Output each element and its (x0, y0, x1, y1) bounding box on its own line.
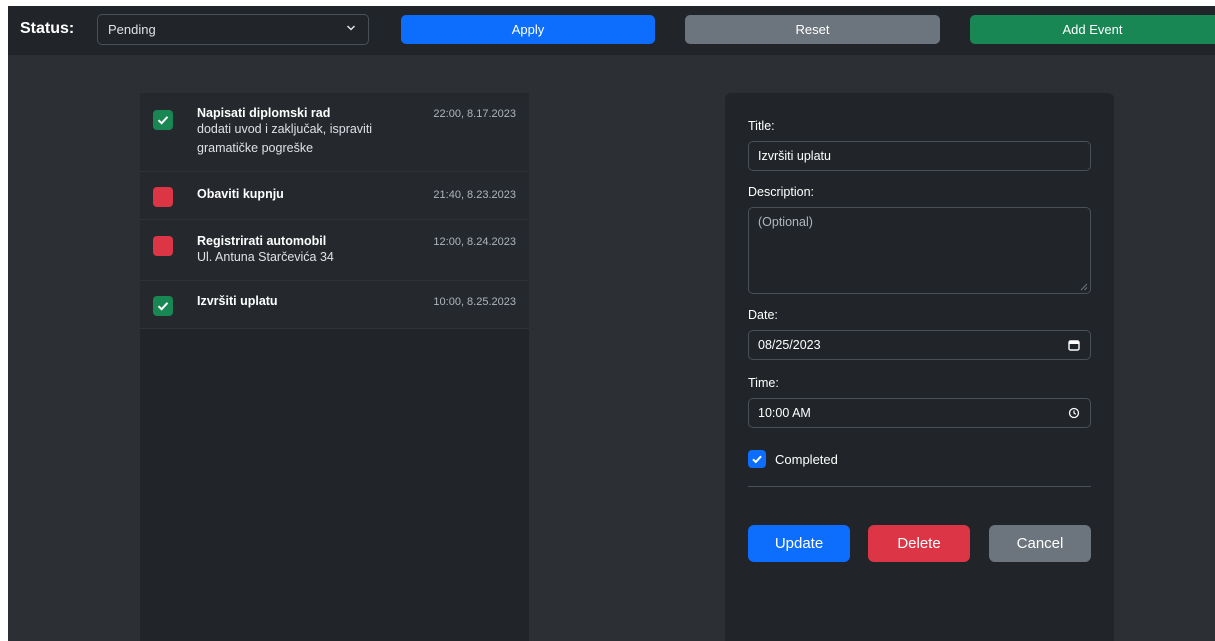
time-input-value: 10:00 AM (758, 406, 811, 420)
event-row[interactable]: Obaviti kupnju 21:40, 8.23.2023 (140, 172, 529, 220)
clock-icon[interactable] (1068, 407, 1080, 422)
completed-checkbox[interactable] (153, 110, 173, 130)
calendar-icon[interactable] (1068, 339, 1080, 354)
top-bar: Status: Pending Apply Reset Add Event (8, 6, 1215, 55)
date-input-value: 08/25/2023 (758, 338, 821, 352)
event-title: Izvršiti uplatu (197, 294, 278, 308)
description-textarea[interactable]: (Optional) (748, 207, 1091, 294)
event-title: Registrirati automobil (197, 234, 327, 248)
status-label: Status: (20, 20, 75, 37)
status-select[interactable]: Pending (97, 14, 369, 45)
event-form: Title: Izvršiti uplatu Description: (Opt… (725, 93, 1114, 641)
event-time: 22:00, 8.17.2023 (433, 108, 516, 120)
event-time: 21:40, 8.23.2023 (433, 189, 516, 201)
add-event-button[interactable]: Add Event (970, 15, 1215, 44)
check-icon (157, 116, 169, 125)
page-edge-left (0, 0, 8, 641)
completed-checkbox[interactable] (153, 187, 173, 207)
description-placeholder: (Optional) (758, 215, 813, 229)
form-divider (748, 486, 1091, 487)
apply-button[interactable]: Apply (401, 15, 655, 44)
reset-button[interactable]: Reset (685, 15, 940, 44)
event-time: 10:00, 8.25.2023 (433, 296, 516, 308)
cancel-button[interactable]: Cancel (989, 525, 1091, 562)
event-title: Obaviti kupnju (197, 187, 284, 201)
time-input[interactable]: 10:00 AM (748, 398, 1091, 428)
title-input-value: Izvršiti uplatu (758, 149, 831, 163)
date-label: Date: (748, 308, 778, 322)
resize-grip-icon[interactable] (1080, 283, 1088, 291)
time-label: Time: (748, 376, 779, 390)
completed-checkbox[interactable] (153, 296, 173, 316)
update-button[interactable]: Update (748, 525, 850, 562)
completed-checkbox[interactable] (153, 236, 173, 256)
check-icon (752, 455, 762, 464)
event-description: dodati uvod i zaključak, ispraviti grama… (197, 122, 373, 155)
status-select-value: Pending (108, 22, 156, 37)
event-row[interactable]: Napisati diplomski rad dodati uvod i zak… (140, 93, 529, 172)
check-icon (157, 302, 169, 311)
event-row[interactable]: Registrirati automobil Ul. Antuna Starče… (140, 220, 529, 281)
event-description: Ul. Antuna Starčevića 34 (197, 250, 334, 264)
event-title: Napisati diplomski rad (197, 106, 331, 120)
date-input[interactable]: 08/25/2023 (748, 330, 1091, 360)
description-label: Description: (748, 185, 814, 199)
delete-button[interactable]: Delete (868, 525, 970, 562)
title-input[interactable]: Izvršiti uplatu (748, 141, 1091, 171)
event-row[interactable]: Izvršiti uplatu 10:00, 8.25.2023 (140, 281, 529, 329)
completed-checkbox[interactable] (748, 450, 766, 468)
completed-label[interactable]: Completed (775, 452, 838, 467)
event-list: Napisati diplomski rad dodati uvod i zak… (140, 93, 529, 641)
title-label: Title: (748, 119, 775, 133)
event-time: 12:00, 8.24.2023 (433, 236, 516, 248)
chevron-down-icon (346, 21, 356, 35)
